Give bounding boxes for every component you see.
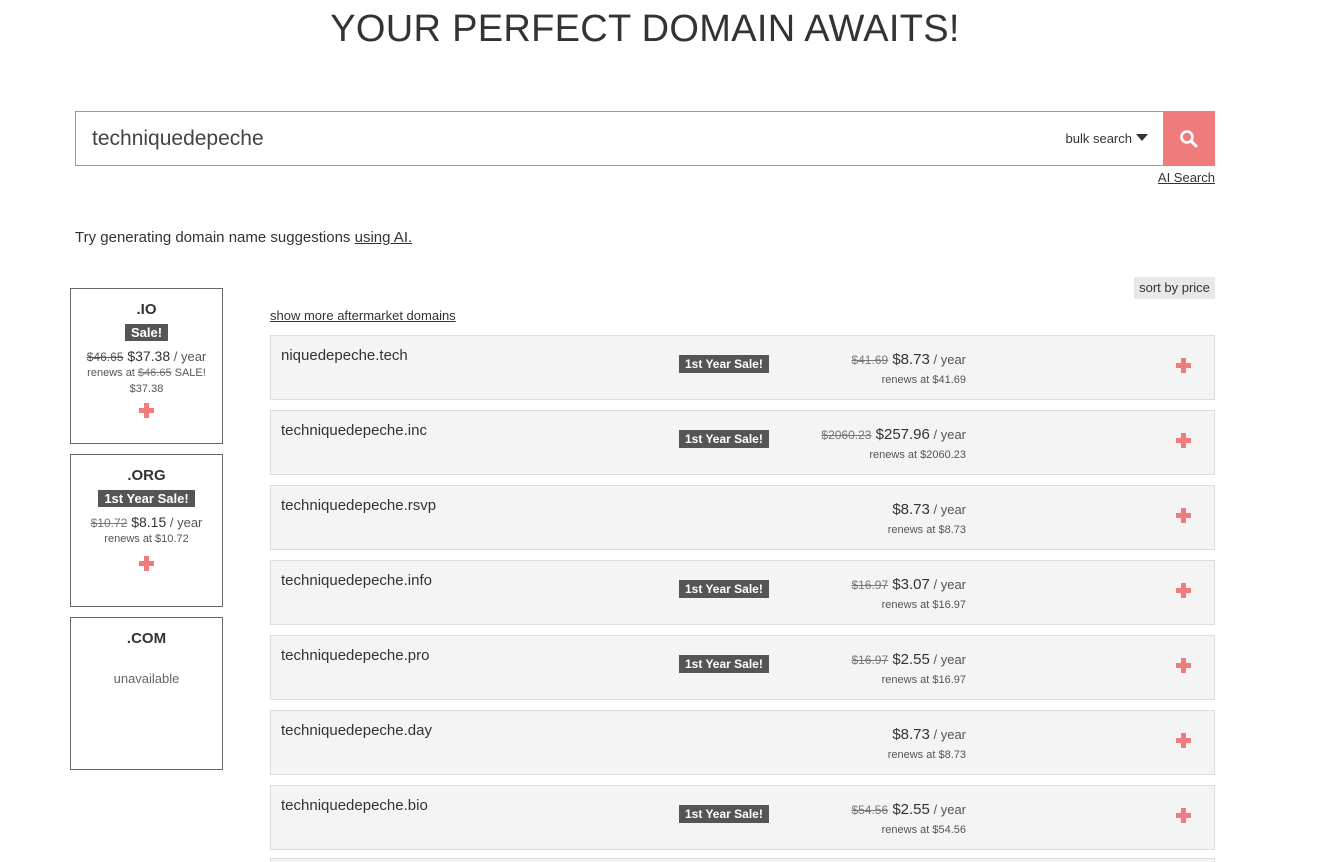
result-row-partial — [270, 858, 1215, 862]
tld-card-io: .IO Sale! $46.65 $37.38 / year renews at… — [70, 288, 223, 444]
ai-hint-text: Try generating domain name suggestions — [75, 229, 355, 246]
price: $54.56 $2.55 / year — [851, 801, 966, 818]
current-price: $8.15 — [131, 514, 167, 530]
tld-name: .ORG — [127, 467, 166, 484]
add-to-cart-plus-icon[interactable] — [1176, 658, 1191, 673]
tld-name: .COM — [126, 630, 167, 647]
per-year: / year — [929, 802, 966, 817]
sort-by-price-button[interactable]: sort by price — [1134, 277, 1215, 299]
old-price: $16.97 — [851, 578, 889, 592]
price: $16.97 $2.55 / year — [851, 651, 966, 668]
renew-info: renews at $10.72 — [104, 533, 189, 545]
bulk-search-label: bulk search — [1065, 131, 1132, 146]
search-button[interactable] — [1163, 111, 1215, 166]
renew-info: renews at $16.97 — [881, 674, 966, 686]
per-year: / year — [929, 727, 966, 742]
old-price: $54.56 — [851, 803, 889, 817]
add-to-cart-plus-icon[interactable] — [1176, 508, 1191, 523]
page-title: YOUR PERFECT DOMAIN AWAITS! — [330, 8, 960, 50]
old-price: $46.65 — [86, 350, 124, 364]
per-year: / year — [929, 352, 966, 367]
renew-info: renews at $41.69 — [881, 374, 966, 386]
price: $8.73 / year — [892, 726, 966, 743]
result-row: techniquedepeche.pro 1st Year Sale! $16.… — [270, 635, 1215, 700]
bulk-search-dropdown[interactable]: bulk search — [1066, 112, 1148, 165]
add-to-cart-plus-icon[interactable] — [1176, 733, 1191, 748]
per-year: / year — [166, 515, 203, 530]
result-row: techniquedepeche.inc 1st Year Sale! $206… — [270, 410, 1215, 475]
result-row: techniquedepeche.info 1st Year Sale! $16… — [270, 560, 1215, 625]
tld-card-org: .ORG 1st Year Sale! $10.72 $8.15 / year … — [70, 454, 223, 607]
aftermarket-link[interactable]: show more aftermarket domains — [270, 308, 456, 323]
renew-info: renews at $8.73 — [887, 749, 966, 761]
caret-down-icon — [1136, 134, 1148, 142]
sale-badge: Sale! — [124, 324, 169, 341]
add-to-cart-plus-icon[interactable] — [1176, 358, 1191, 373]
tld-card-com: .COM unavailable — [70, 617, 223, 770]
result-row: niquedepeche.tech 1st Year Sale! $41.69 … — [270, 335, 1215, 400]
domain-name: techniquedepeche.bio — [281, 797, 428, 814]
per-year: / year — [929, 577, 966, 592]
price: $16.97 $3.07 / year — [851, 576, 966, 593]
tld-price: $10.72 $8.15 / year — [71, 514, 222, 530]
old-price: $16.97 — [851, 653, 889, 667]
sale-badge: 1st Year Sale! — [679, 580, 769, 598]
search-box: bulk search — [75, 111, 1164, 166]
domain-name: niquedepeche.tech — [281, 347, 408, 364]
renew-info: renews at $46.65 SALE! $37.38 — [71, 365, 222, 397]
result-row: techniquedepeche.day $8.73 / year renews… — [270, 710, 1215, 775]
search-input[interactable] — [92, 112, 992, 165]
current-price: $2.55 — [892, 651, 930, 668]
add-to-cart-plus-icon[interactable] — [1176, 433, 1191, 448]
domain-name: techniquedepeche.inc — [281, 422, 427, 439]
sale-badge: 1st Year Sale! — [679, 805, 769, 823]
add-to-cart-plus-icon[interactable] — [139, 556, 154, 571]
domain-name: techniquedepeche.rsvp — [281, 497, 437, 514]
domain-name: techniquedepeche.info — [281, 572, 432, 589]
add-to-cart-plus-icon[interactable] — [139, 403, 154, 418]
old-price: $41.69 — [851, 353, 889, 367]
renew-prefix: renews at — [87, 367, 138, 379]
current-price: $257.96 — [875, 426, 930, 443]
old-price: $2060.23 — [821, 428, 872, 442]
sale-badge: 1st Year Sale! — [679, 355, 769, 373]
price: $8.73 / year — [892, 501, 966, 518]
per-year: / year — [929, 502, 966, 517]
current-price: $3.07 — [892, 576, 930, 593]
add-to-cart-plus-icon[interactable] — [1176, 808, 1191, 823]
renew-info: renews at $2060.23 — [869, 449, 966, 461]
sale-badge: 1st Year Sale! — [679, 655, 769, 673]
renew-price: $37.38 — [129, 383, 164, 395]
domain-name: techniquedepeche.day — [281, 722, 432, 739]
ai-hint: Try generating domain name suggestions u… — [75, 229, 412, 246]
result-row: techniquedepeche.rsvp $8.73 / year renew… — [270, 485, 1215, 550]
current-price: $8.73 — [892, 726, 930, 743]
old-price: $10.72 — [90, 516, 128, 530]
add-to-cart-plus-icon[interactable] — [1176, 583, 1191, 598]
per-year: / year — [929, 652, 966, 667]
result-row: techniquedepeche.bio 1st Year Sale! $54.… — [270, 785, 1215, 850]
current-price: $8.73 — [892, 501, 930, 518]
domain-name: techniquedepeche.pro — [281, 647, 430, 664]
renew-info: renews at $16.97 — [881, 599, 966, 611]
sale-badge: 1st Year Sale! — [679, 430, 769, 448]
tld-name: .IO — [136, 301, 157, 318]
tld-price: $46.65 $37.38 / year — [71, 348, 222, 364]
price: $41.69 $8.73 / year — [851, 351, 966, 368]
current-price: $2.55 — [892, 801, 930, 818]
ai-search-link[interactable]: AI Search — [1158, 170, 1215, 185]
ai-hint-link[interactable]: using AI. — [355, 229, 413, 246]
current-price: $37.38 — [127, 348, 171, 364]
sale-badge: 1st Year Sale! — [98, 490, 195, 507]
search-icon — [1180, 129, 1198, 147]
price: $2060.23 $257.96 / year — [821, 426, 966, 443]
current-price: $8.73 — [892, 351, 930, 368]
per-year: / year — [929, 427, 966, 442]
renew-sale: SALE! — [171, 367, 206, 379]
unavailable-label: unavailable — [113, 671, 180, 686]
renew-info: renews at $8.73 — [887, 524, 966, 536]
renew-info: renews at $54.56 — [881, 824, 966, 836]
per-year: / year — [170, 349, 207, 364]
renew-old-price: $46.65 — [137, 367, 172, 379]
